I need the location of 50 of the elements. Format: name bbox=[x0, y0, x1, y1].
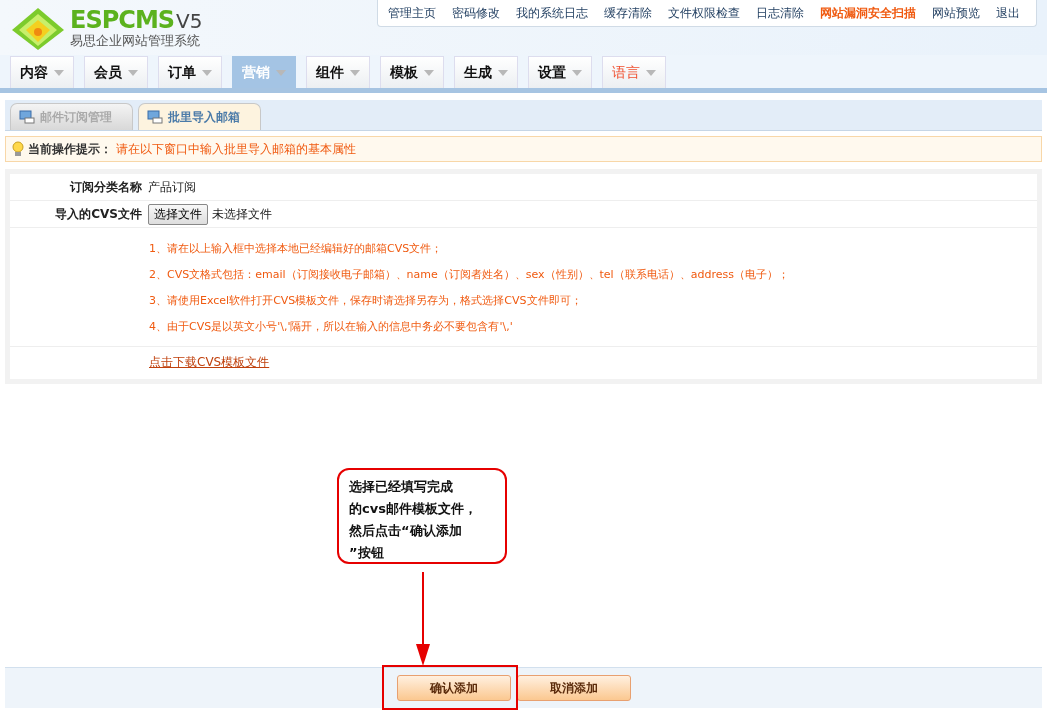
monitor-icon bbox=[147, 110, 163, 124]
instruction-note: 3、请使用Excel软件打开CVS模板文件，保存时请选择另存为，格式选择CVS文件即可； bbox=[149, 293, 583, 309]
hint-label: 当前操作提示： bbox=[28, 140, 112, 158]
download-link[interactable]: 点击下载CVS模板文件 bbox=[149, 355, 270, 369]
annotation-text: 然后点击“确认添加 bbox=[349, 522, 463, 540]
instruction-note: 4、由于CVS是以英文小号'\,'隔开，所以在输入的信息中务必不要包含有'\,' bbox=[149, 319, 514, 335]
nav-tab[interactable]: 组件 bbox=[306, 56, 370, 88]
caret-icon bbox=[276, 69, 286, 76]
brand-name: ESPCMS bbox=[70, 6, 175, 34]
nav-tab[interactable]: 会员 bbox=[84, 56, 148, 88]
caret-icon bbox=[54, 69, 64, 76]
caret-icon bbox=[128, 69, 138, 76]
annotation-text: 的cvs邮件模板文件， bbox=[349, 500, 478, 518]
monitor-icon bbox=[19, 110, 35, 124]
nav-tab[interactable]: 模板 bbox=[380, 56, 444, 88]
caret-icon bbox=[572, 69, 582, 76]
nav-tab[interactable]: 内容 bbox=[10, 56, 74, 88]
field-label: 导入的CVS文件 bbox=[54, 205, 143, 223]
annotation-text: 选择已经填写完成 bbox=[349, 478, 454, 496]
field-value: 产品订阅 bbox=[148, 178, 196, 196]
hint-text: 请在以下窗口中输入批里导入邮箱的基本属性 bbox=[116, 140, 356, 158]
brand-version: V5 bbox=[176, 9, 203, 33]
top-link[interactable]: 密码修改 bbox=[452, 4, 500, 22]
top-link[interactable]: 退出 bbox=[996, 4, 1020, 22]
top-link[interactable]: 管理主页 bbox=[388, 4, 436, 22]
nav-tab[interactable]: 订单 bbox=[158, 56, 222, 88]
file-status: 未选择文件 bbox=[212, 205, 272, 223]
instruction-note: 1、请在以上输入框中选择本地已经编辑好的邮箱CVS文件； bbox=[149, 241, 444, 257]
nav-tab[interactable]: 设置 bbox=[528, 56, 592, 88]
lightbulb-icon bbox=[12, 141, 24, 157]
caret-icon bbox=[498, 69, 508, 76]
annotation-text: ”按钮 bbox=[349, 544, 385, 562]
action-button[interactable]: 确认添加 bbox=[397, 675, 511, 701]
caret-icon bbox=[646, 69, 656, 76]
nav-tab[interactable]: 生成 bbox=[454, 56, 518, 88]
top-link[interactable]: 网站预览 bbox=[932, 4, 980, 22]
brand-subtitle: 易思企业网站管理系统 bbox=[70, 34, 201, 47]
choose-file-button[interactable]: 选择文件 bbox=[148, 203, 208, 225]
sub-tab[interactable]: 批里导入邮箱 bbox=[138, 103, 261, 130]
caret-icon bbox=[424, 69, 434, 76]
caret-icon bbox=[350, 69, 360, 76]
top-link[interactable]: 缓存清除 bbox=[604, 4, 652, 22]
top-link[interactable]: 日志清除 bbox=[756, 4, 804, 22]
caret-icon bbox=[202, 69, 212, 76]
action-button[interactable]: 取消添加 bbox=[517, 675, 631, 701]
top-link[interactable]: 我的系统日志 bbox=[516, 4, 588, 22]
instruction-note: 2、CVS文格式包括：email（订阅接收电子邮箱）、name（订阅者姓名）、sex（性别）、tel（联系电话）、address（电子）； bbox=[149, 267, 790, 283]
logo-icon bbox=[10, 5, 66, 50]
top-link[interactable]: 文件权限检查 bbox=[668, 4, 740, 22]
field-label: 订阅分类名称 bbox=[68, 178, 143, 196]
